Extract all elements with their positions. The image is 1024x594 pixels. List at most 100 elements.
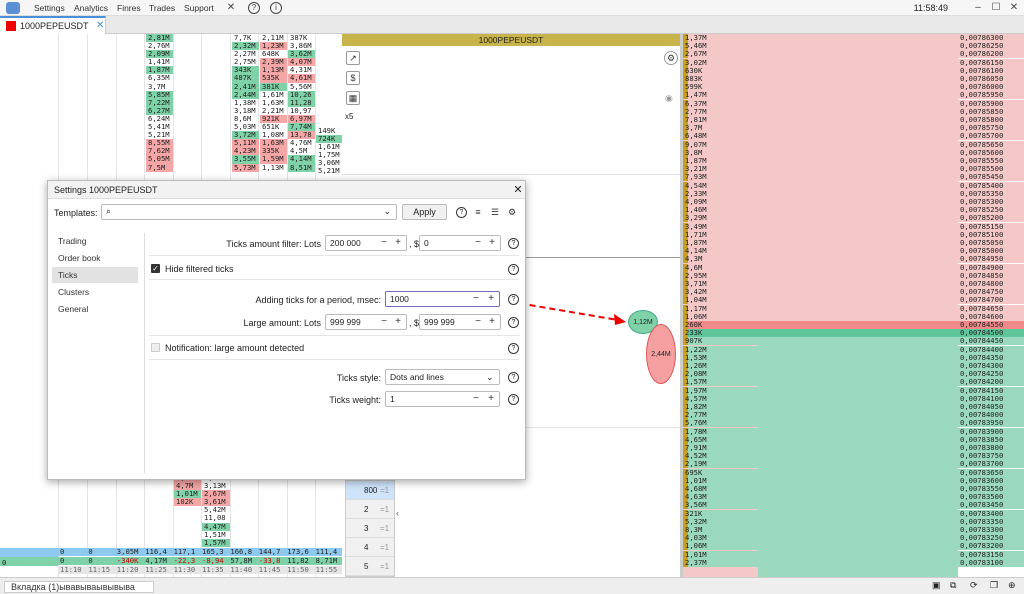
cluster-cell: 8,51M [288,163,315,172]
notification-checkbox[interactable] [151,343,160,352]
increment-button[interactable]: + [486,236,498,250]
ticks-style-select[interactable]: Dots and lines ⌄ [385,369,500,385]
cluster-cell: 2,32M [232,42,259,51]
workspace-tab[interactable]: Вкладка (1)ывавываывывыва [4,581,154,593]
large-amount-lots-input[interactable]: 999 999 − + [325,314,407,330]
close-window-icon[interactable]: ✕ [1008,2,1020,14]
help-icon[interactable]: ? [508,372,519,383]
help-icon[interactable]: ? [508,238,519,249]
nav-ticks[interactable]: Ticks [52,267,138,283]
times-cell: 11:25 [143,566,172,575]
cluster-cell: 3,55M [232,155,259,164]
database-load-icon[interactable]: ☰ [489,206,501,218]
help-icon[interactable]: ? [248,2,260,14]
adding-ticks-input[interactable]: 1000 − + [385,291,500,307]
cluster-cell: 6,97M [288,114,315,124]
scale-item[interactable]: 2 =1 [346,500,394,519]
cluster-cell: 1,59M [260,155,287,164]
scale-item[interactable]: 4 =1 [346,538,394,557]
calculator-icon[interactable]: ▦ [346,91,360,105]
tab-close-icon[interactable]: ✕ [96,20,104,31]
decrement-button[interactable]: − [470,292,482,306]
divider [149,279,519,280]
templates-label: Templates: [54,208,98,218]
totals2-cell: 0 [58,557,87,566]
cluster-cell: 4,61M [288,74,315,83]
scale-value: 800 [364,486,378,495]
help-icon[interactable]: ? [508,394,519,405]
hide-filtered-checkbox[interactable]: ✓ [151,264,160,273]
eye-icon[interactable]: ◉ [665,93,673,104]
cluster-cell: 3,72M [232,131,259,140]
decrement-button[interactable]: − [378,236,390,250]
menu-analytics[interactable]: Analytics [74,3,108,13]
cluster-cell: 535K [260,74,287,83]
increment-button[interactable]: + [392,236,404,250]
help-icon[interactable]: ? [508,343,519,354]
nav-trading[interactable]: Trading [52,233,138,249]
minimize-icon[interactable]: – [972,2,984,14]
gear-icon[interactable]: ⚙ [664,51,678,65]
refresh-icon[interactable]: ⟳ [970,580,978,591]
scale-item[interactable]: 800 =1 [346,481,394,500]
help-icon[interactable]: ? [508,317,519,328]
totals2-cell: 4,17M [143,557,172,566]
large-amount-label: Large amount: Lots [243,318,321,328]
nav-order-book[interactable]: Order book [52,250,138,266]
menu-settings[interactable]: Settings [34,3,65,13]
gear-icon[interactable]: ⚙ [506,206,518,218]
ticks-filter-lots-input[interactable]: 200 000 − + [325,235,407,251]
increment-button[interactable]: + [485,292,497,306]
ticks-filter-usd-input[interactable]: 0 − + [419,235,501,251]
totals1-cell: 111,4 [313,548,342,557]
best-ask-row [758,321,958,330]
decrement-button[interactable]: − [378,315,390,329]
ticks-weight-input[interactable]: 1 − + [385,391,500,407]
ladder-price-cell[interactable]: 0,00783100 [958,558,1024,567]
totals1-cell: 0 [86,548,115,557]
large-amount-usd-input[interactable]: 999 999 − + [419,314,501,330]
increment-button[interactable]: + [392,315,404,329]
cluster-column: 149K 724K 1,61M 1,75M 3,06M 5,21M [316,127,342,187]
templates-search-input[interactable]: ⌕ ⌄ [101,204,397,220]
help-icon[interactable]: ? [508,294,519,305]
info-icon[interactable]: i [270,2,282,14]
menu-finres[interactable]: Finres [117,3,141,13]
search-icon: ⌕ [106,206,112,216]
cluster-cell: 5,56M [290,82,312,91]
cluster-cell: 1,13M [262,163,284,172]
tab-1000pepeusdt[interactable]: 1000PEPEUSDT ✕ [0,16,106,34]
maximize-icon[interactable]: ☐ [990,2,1002,14]
totals2-cell: 57,8M [228,557,257,566]
scale-item[interactable]: 3 =1 [346,519,394,538]
mute-icon[interactable]: ✕ [225,2,237,14]
cluster-cell: 2,44M [232,90,259,99]
apply-button[interactable]: Apply [402,204,447,220]
dollar-icon[interactable]: $ [346,71,360,85]
collapse-chevron-icon[interactable]: ‹ [396,508,399,518]
decrement-button[interactable]: − [472,236,484,250]
scale-item[interactable]: 5 =1 [346,557,394,576]
ladder-volume-cell[interactable]: 2,37M [683,558,758,567]
database-save-icon[interactable]: ≡ [472,206,484,218]
help-icon[interactable]: ? [456,207,467,218]
chart-draw-icon[interactable]: ↗ [346,51,360,65]
cluster-cell: 2,11M [262,34,284,42]
layout-icon[interactable]: ▣ [932,580,941,591]
add-icon[interactable]: ⊕ [1008,580,1016,591]
menu-support[interactable]: Support [184,3,214,13]
copy-icon[interactable]: ❐ [990,580,998,591]
nav-general[interactable]: General [52,301,138,317]
decrement-button[interactable]: − [470,392,482,406]
increment-button[interactable]: + [486,315,498,329]
decrement-button[interactable]: − [472,315,484,329]
help-icon[interactable]: ? [508,264,519,275]
tab-bar: 1000PEPEUSDT ✕ [0,16,1024,34]
menu-trades[interactable]: Trades [149,3,175,13]
increment-button[interactable]: + [485,392,497,406]
dialog-close-icon[interactable]: ✕ [512,184,524,196]
nav-clusters[interactable]: Clusters [52,284,138,300]
chevron-down-icon[interactable]: ⌄ [383,206,391,217]
window-icon[interactable]: ⧉ [950,580,956,591]
cluster-cell: 3,18M [234,106,256,115]
